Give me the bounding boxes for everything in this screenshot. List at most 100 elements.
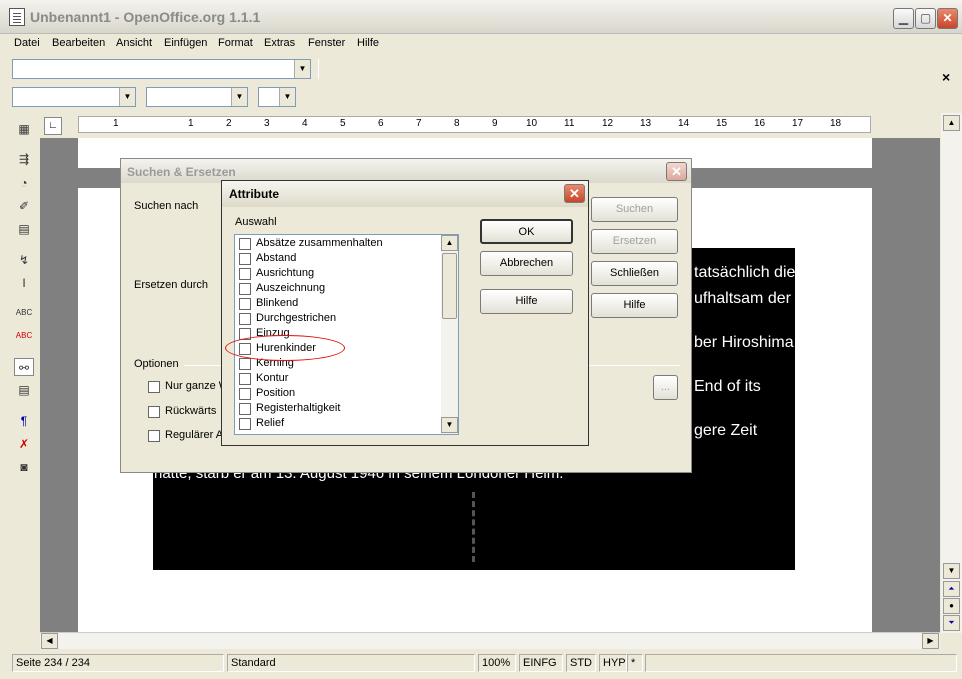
window-title: Unbenannt1 - OpenOffice.org 1.1.1 xyxy=(30,9,261,25)
ruler-mark: 15 xyxy=(716,118,728,129)
attributes-titlebar[interactable]: Attribute xyxy=(222,181,588,207)
maximize-button[interactable]: ▢ xyxy=(915,8,936,29)
status-info xyxy=(645,654,957,672)
attribute-checkbox[interactable] xyxy=(239,388,251,400)
form-functions-icon[interactable]: ▤ xyxy=(14,220,34,238)
scroll-up-icon[interactable]: ▲ xyxy=(943,115,960,131)
paragraph-style-combo[interactable]: ▼ xyxy=(12,87,136,107)
status-selection-mode[interactable]: STD xyxy=(566,654,596,672)
whole-words-checkbox[interactable] xyxy=(148,381,160,393)
menu-format[interactable]: Format xyxy=(218,37,253,49)
spellcheck-icon[interactable]: ABC xyxy=(14,304,34,322)
ruler-scale: 1 1 2 3 4 5 6 7 8 9 10 11 12 13 14 15 16… xyxy=(78,116,871,133)
title-bar[interactable]: Unbenannt1 - OpenOffice.org 1.1.1 ▁ ▢ ✕ xyxy=(0,0,962,34)
scroll-thumb[interactable] xyxy=(442,253,457,319)
show-draw-functions-icon[interactable]: ✐ xyxy=(14,197,34,215)
ruler-mark: 5 xyxy=(340,118,346,129)
next-page-icon[interactable]: ⏷ xyxy=(943,615,960,631)
toolbar-separator xyxy=(318,59,319,79)
replace-button[interactable]: Ersetzen xyxy=(591,229,678,254)
font-name-combo[interactable]: ▼ xyxy=(146,87,248,107)
attribute-checkbox[interactable] xyxy=(239,313,251,325)
help-button[interactable]: Hilfe xyxy=(591,293,678,318)
ruler-mark: 3 xyxy=(264,118,270,129)
edit-autotext-icon[interactable]: ↯ xyxy=(14,251,34,269)
status-insert-mode[interactable]: EINFG xyxy=(519,654,563,672)
ruler-mark: 10 xyxy=(526,118,538,129)
url-combo[interactable]: ▼ xyxy=(12,59,311,79)
ruler-mark: 11 xyxy=(564,118,575,129)
search-button[interactable]: Suchen xyxy=(591,197,678,222)
status-page[interactable]: Seite 234 / 234 xyxy=(12,654,224,672)
tab-stop-selector[interactable]: ∟ xyxy=(44,117,62,135)
menu-fenster[interactable]: Fenster xyxy=(308,37,345,49)
data-sources-icon[interactable]: ▤ xyxy=(14,381,34,399)
font-size-combo[interactable]: ▼ xyxy=(258,87,296,107)
attribute-checkbox[interactable] xyxy=(239,418,251,430)
list-item-label: Blinkend xyxy=(256,297,299,309)
attribute-checkbox[interactable] xyxy=(239,298,251,310)
insert-fields-icon[interactable]: ⇶ xyxy=(14,150,34,168)
nonprinting-chars-icon[interactable]: ¶ xyxy=(14,412,34,430)
ok-button[interactable]: OK xyxy=(480,219,573,244)
dialog-title: Suchen & Ersetzen xyxy=(127,165,236,179)
attribute-checkbox[interactable] xyxy=(239,283,251,295)
autospellcheck-icon[interactable]: ABC xyxy=(14,327,34,345)
status-bar: Seite 234 / 234 Standard 100% EINFG STD … xyxy=(0,651,962,675)
menu-einfuegen[interactable]: Einfügen xyxy=(164,37,207,49)
attribute-checkbox[interactable] xyxy=(239,238,251,250)
attribute-checkbox[interactable] xyxy=(239,373,251,385)
chevron-down-icon[interactable]: ▼ xyxy=(231,88,247,106)
vertical-scrollbar[interactable] xyxy=(941,113,962,633)
close-button[interactable]: Schließen xyxy=(591,261,678,286)
insert-table-icon[interactable]: ▦ xyxy=(14,120,34,138)
close-icon[interactable]: ✕ xyxy=(564,184,585,203)
menu-ansicht[interactable]: Ansicht xyxy=(116,37,152,49)
chevron-down-icon[interactable]: ▼ xyxy=(119,88,135,106)
scroll-down-icon[interactable]: ▼ xyxy=(943,563,960,579)
scroll-left-icon[interactable]: ◀ xyxy=(41,633,58,649)
regex-checkbox[interactable] xyxy=(148,430,160,442)
chevron-down-icon[interactable]: ▼ xyxy=(294,60,310,78)
list-scrollbar[interactable]: ▲ ▼ xyxy=(441,235,458,434)
graphics-off-icon[interactable]: ✗ xyxy=(14,435,34,453)
ruler-mark: 12 xyxy=(602,118,614,129)
menu-bar: Datei Bearbeiten Ansicht Einfügen Format… xyxy=(0,34,962,85)
close-window-button[interactable]: ✕ xyxy=(937,8,958,29)
attribute-checkbox[interactable] xyxy=(239,268,251,280)
attribute-checkbox[interactable] xyxy=(239,403,251,415)
attribute-checkbox[interactable] xyxy=(239,358,251,370)
help-button[interactable]: Hilfe xyxy=(480,289,573,314)
horizontal-scrollbar[interactable] xyxy=(40,632,940,649)
text-cursor-icon[interactable]: I xyxy=(14,274,34,292)
chevron-down-icon[interactable]: ▼ xyxy=(279,88,295,106)
doc-text-line: ber Hiroshima xyxy=(694,334,794,351)
menu-hilfe[interactable]: Hilfe xyxy=(357,37,379,49)
previous-page-icon[interactable]: ⏶ xyxy=(943,581,960,597)
formatting-toolbar: ▼ ▼ ▼ F K U ≡ ≡ ≡ ≡ ☰ ☷ ⇤ ⇥ A ✎ ▤ xyxy=(0,85,962,189)
cancel-button[interactable]: Abbrechen xyxy=(480,251,573,276)
status-style[interactable]: Standard xyxy=(227,654,475,672)
minimize-button[interactable]: ▁ xyxy=(893,8,914,29)
insert-object-icon[interactable]: ◔ xyxy=(14,174,34,192)
navigation-icon[interactable]: ● xyxy=(943,598,960,614)
menu-datei[interactable]: Datei xyxy=(14,37,40,49)
ruler-mark: 9 xyxy=(492,118,498,129)
scroll-up-icon[interactable]: ▲ xyxy=(441,235,458,251)
status-zoom[interactable]: 100% xyxy=(478,654,516,672)
more-options-button[interactable]: ... xyxy=(653,375,678,400)
online-layout-icon[interactable]: ◙ xyxy=(14,458,34,476)
menu-bearbeiten[interactable]: Bearbeiten xyxy=(52,37,105,49)
attribute-checkbox[interactable] xyxy=(239,253,251,265)
menu-extras[interactable]: Extras xyxy=(264,37,295,49)
selection-label: Auswahl xyxy=(235,216,277,228)
doc-text-line: End of its xyxy=(694,378,761,395)
list-item-label: Auszeichnung xyxy=(256,282,326,294)
scroll-down-icon[interactable]: ▼ xyxy=(441,417,458,433)
close-icon[interactable]: ✕ xyxy=(666,162,687,181)
backwards-checkbox[interactable] xyxy=(148,406,160,418)
status-hyperlink-mode[interactable]: HYP xyxy=(599,654,627,672)
find-replace-icon[interactable]: ⚯ xyxy=(14,358,34,376)
replace-label: Ersetzen durch xyxy=(134,279,208,291)
scroll-right-icon[interactable]: ▶ xyxy=(922,633,939,649)
